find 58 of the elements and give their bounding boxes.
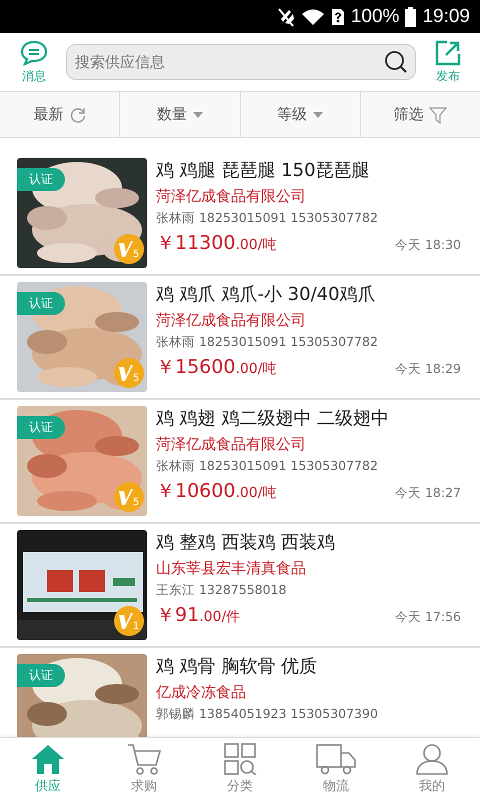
certified-badge: 认证 — [17, 168, 65, 191]
certified-badge: 认证 — [17, 292, 65, 315]
grid-icon — [223, 743, 257, 775]
refresh-icon — [70, 106, 86, 122]
person-icon — [415, 743, 449, 775]
product-title[interactable]: 鸡 鸡爪 鸡爪-小 30/40鸡爪 — [156, 282, 463, 308]
company-name: 菏泽亿成食品有限公司 — [156, 310, 307, 331]
filter-tab[interactable]: 最新 — [0, 92, 120, 137]
company-name: 亿成冷冻食品 — [156, 682, 247, 703]
certified-badge: 认证 — [17, 664, 65, 687]
caret-icon — [313, 112, 324, 118]
price: ￥91.00/件 — [156, 603, 240, 628]
product-title[interactable]: 鸡 整鸡 西装鸡 西装鸡 — [156, 530, 463, 556]
filter-tab[interactable]: 筛选 — [360, 92, 480, 137]
cart-icon — [127, 743, 161, 775]
post-time: 今天 18:29 — [395, 360, 461, 378]
post-time: 今天 18:27 — [395, 484, 461, 502]
company-name: 菏泽亿成食品有限公司 — [156, 186, 307, 207]
company-name: 山东莘县宏丰清真食品 — [156, 558, 307, 579]
post-time: 今天 17:56 — [395, 608, 461, 626]
v-icon — [118, 241, 133, 257]
product-title[interactable]: 鸡 鸡腿 琵琶腿 150琵琶腿 — [156, 158, 463, 184]
search-icon[interactable] — [384, 50, 408, 74]
nav-tab[interactable]: 物流 — [288, 738, 384, 800]
price: ￥10600.00/吨 — [156, 479, 276, 504]
product-title[interactable]: 鸡 鸡翅 鸡二级翅中 二级翅中 — [156, 406, 463, 432]
nav-tab[interactable]: 分类 — [192, 738, 288, 800]
v-icon — [118, 365, 133, 381]
contact-info: 张林雨 18253015091 15305307782 — [156, 209, 379, 227]
v-icon — [118, 489, 133, 505]
share-icon — [435, 40, 461, 66]
battery-icon — [405, 6, 416, 26]
post-time: 今天 18:30 — [395, 236, 461, 254]
filter-tab[interactable]: 等级 — [240, 92, 361, 137]
contact-info: 郭锡麟 13854051923 15305307390 — [156, 705, 379, 723]
price: ￥15600.00/吨 — [156, 355, 276, 380]
company-name: 菏泽亿成食品有限公司 — [156, 434, 307, 455]
wifi-icon — [300, 8, 325, 26]
clock: 19:09 — [422, 6, 470, 28]
caret-icon — [192, 112, 203, 118]
filter-tab[interactable]: 数量 — [120, 92, 240, 137]
search-field[interactable]: 搜索供应信息 — [66, 44, 416, 80]
battery-percent: 100% — [350, 6, 400, 28]
price: ￥11300.00/吨 — [156, 231, 276, 256]
nav-tab[interactable]: 我的 — [384, 738, 480, 800]
mute-icon — [276, 6, 295, 26]
sim-icon — [330, 8, 345, 26]
truck-icon — [316, 743, 356, 775]
nav-tab[interactable]: 求购 — [96, 738, 192, 800]
contact-info: 张林雨 18253015091 15305307782 — [156, 333, 379, 351]
filter-icon — [429, 106, 448, 124]
chat-bubble-icon — [20, 40, 48, 66]
contact-info: 张林雨 18253015091 15305307782 — [156, 457, 379, 475]
contact-info: 王东江 13287558018 — [156, 581, 288, 599]
certified-badge: 认证 — [17, 416, 65, 439]
product-title[interactable]: 鸡 鸡骨 胸软骨 优质 — [156, 654, 463, 680]
home-icon — [31, 743, 65, 775]
v-icon — [118, 613, 133, 629]
